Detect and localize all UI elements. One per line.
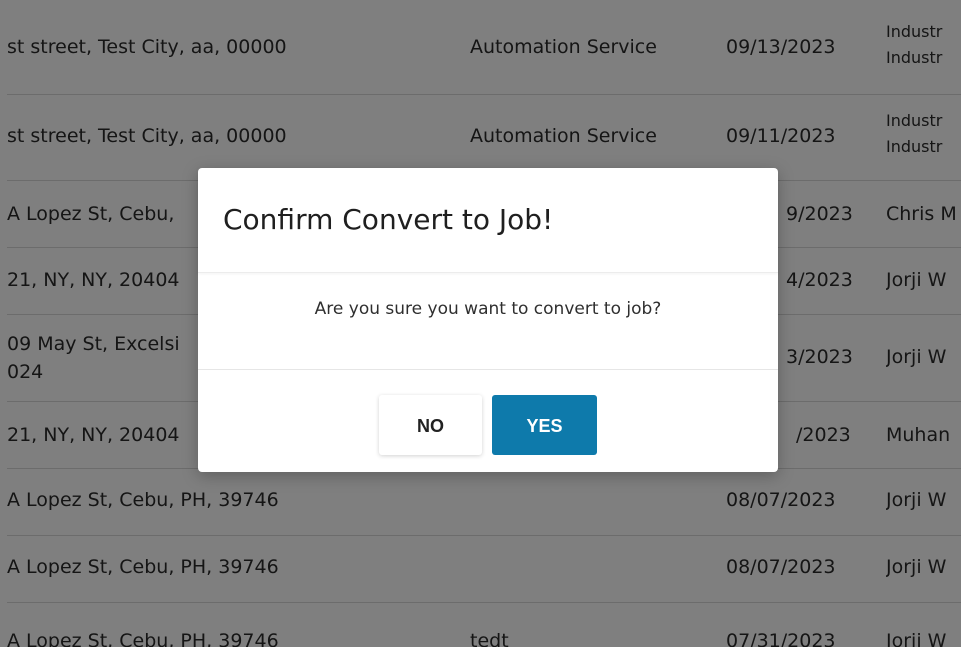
modal-header: Confirm Convert to Job! xyxy=(198,168,778,273)
modal-message: Are you sure you want to convert to job? xyxy=(314,299,662,319)
no-button[interactable]: NO xyxy=(379,395,482,455)
modal-title: Confirm Convert to Job! xyxy=(223,203,554,236)
page: st street, Test City, aa, 00000 Automati… xyxy=(0,0,961,647)
confirm-convert-dialog: Confirm Convert to Job! Are you sure you… xyxy=(198,168,778,472)
yes-button[interactable]: YES xyxy=(492,395,597,455)
modal-footer: NO YES xyxy=(198,370,778,472)
modal-body: Are you sure you want to convert to job? xyxy=(198,273,778,370)
